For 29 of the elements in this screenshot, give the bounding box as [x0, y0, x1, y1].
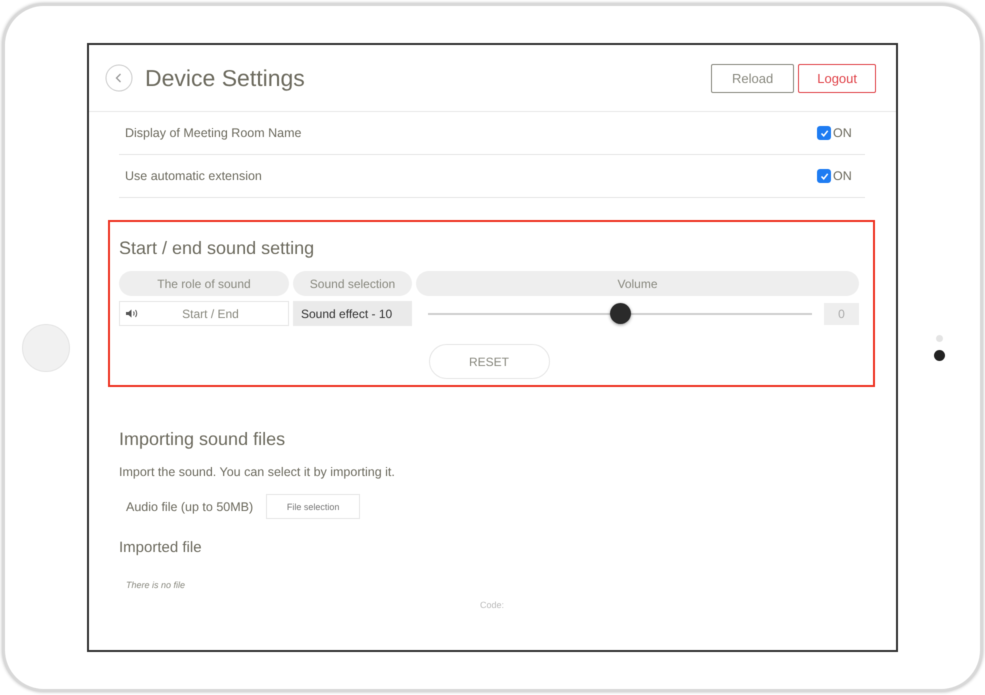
column-header: Sound selection	[293, 271, 412, 296]
code-label: Code:	[480, 600, 504, 610]
checkbox[interactable]	[817, 126, 831, 140]
speaker-icon	[126, 309, 139, 318]
role-text: Start / End	[181, 306, 240, 320]
checkbox-label: ON	[833, 126, 853, 140]
checkbox[interactable]	[817, 169, 831, 183]
reset-button[interactable]: RESET	[428, 344, 550, 379]
file-selection-button[interactable]: File selection	[266, 494, 360, 519]
column-header: Volume	[416, 271, 859, 296]
logout-button[interactable]: Logout	[798, 64, 876, 92]
subsection-title: Imported file	[119, 539, 203, 556]
sound-select[interactable]: Sound effect - 10	[293, 301, 412, 326]
setting-label: Use automatic extension	[125, 169, 263, 183]
checkbox-label: ON	[833, 169, 853, 183]
check-icon	[820, 172, 828, 180]
section-title: Importing sound files	[119, 429, 286, 450]
description-text: Import the sound. You can select it by importing it.	[119, 465, 396, 479]
file-label: Audio file (up to 50MB)	[126, 500, 254, 514]
camera-icon	[934, 350, 944, 360]
page-title: Device Settings	[145, 64, 306, 92]
setting-label: Display of Meeting Room Name	[125, 126, 302, 140]
check-icon	[820, 128, 828, 138]
reload-button[interactable]: Reload	[711, 64, 794, 92]
slider-thumb[interactable]	[610, 302, 631, 324]
sensor-icon	[936, 334, 942, 342]
section-title: Start / end sound setting	[119, 238, 316, 259]
empty-text: There is no file	[125, 580, 186, 590]
column-header: The role of sound	[119, 271, 289, 296]
